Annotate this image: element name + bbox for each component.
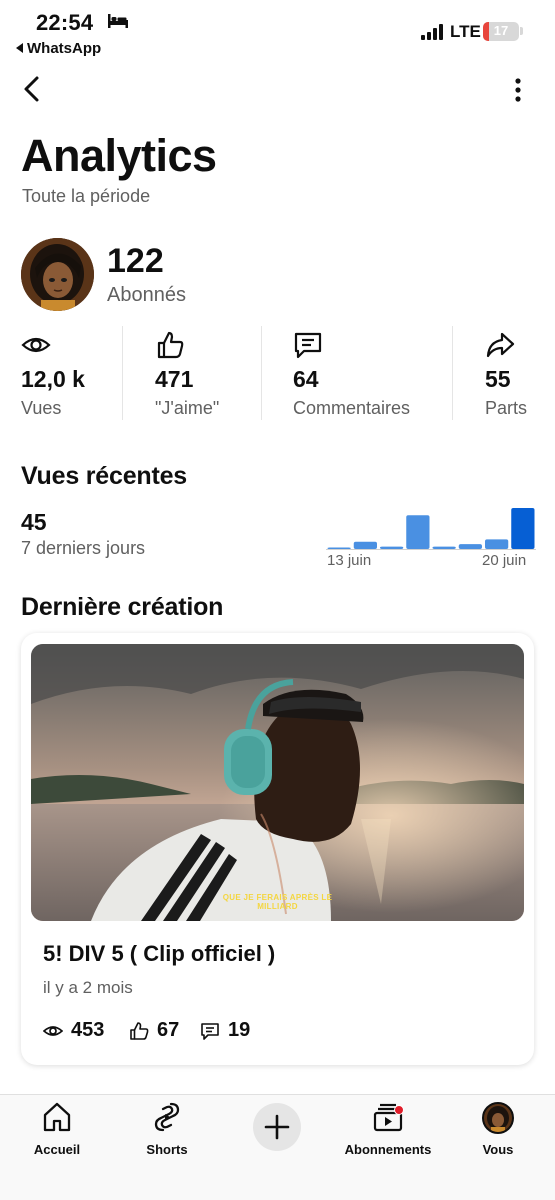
more-vert-icon[interactable] xyxy=(508,76,528,104)
comment-icon xyxy=(294,332,322,359)
bottom-navigation: Accueil Shorts Abonnements Vous xyxy=(0,1094,555,1200)
back-to-app-link[interactable]: WhatsApp xyxy=(16,40,101,57)
create-button[interactable] xyxy=(253,1103,301,1151)
plus-icon xyxy=(264,1114,290,1140)
recent-views-period: 7 derniers jours xyxy=(21,538,146,558)
status-bar: 22:54 WhatsApp LTE 17 xyxy=(0,0,555,62)
chart-end-label: 20 juin xyxy=(482,552,527,569)
stat-shares-value: 55 xyxy=(485,366,511,392)
battery-tip xyxy=(520,27,523,35)
chart-bar-18-juin xyxy=(458,544,482,549)
recent-views-value: 45 xyxy=(21,509,47,535)
nav-you[interactable]: Vous xyxy=(443,1101,553,1161)
network-type: LTE xyxy=(450,22,481,41)
chart-bar-15-juin xyxy=(380,546,404,549)
stat-comments-label: Commentaires xyxy=(293,398,411,418)
video-caption: QUE JE FERAIS APRÈS LE MILLIARD xyxy=(31,893,524,911)
latest-creation-title: Dernière création xyxy=(21,593,224,621)
notification-dot xyxy=(394,1105,404,1115)
chart-start-label: 13 juin xyxy=(327,552,372,569)
stat-divider xyxy=(261,326,262,420)
eye-icon xyxy=(43,1026,63,1036)
chart-bar-20-juin xyxy=(511,508,535,549)
stat-likes-value: 471 xyxy=(155,366,194,392)
stat-views-label: Vues xyxy=(21,398,62,418)
chart-bar-14-juin xyxy=(353,541,377,549)
battery-icon: 17 xyxy=(483,22,519,41)
eye-icon xyxy=(21,337,51,353)
battery-percent: 17 xyxy=(493,23,509,38)
shorts-icon xyxy=(154,1102,180,1132)
video-thumbnail[interactable]: QUE JE FERAIS APRÈS LE MILLIARD xyxy=(31,644,524,921)
sleep-focus-icon xyxy=(108,14,128,28)
chevron-left-icon[interactable] xyxy=(18,74,46,104)
video-title[interactable]: 5! DIV 5 ( Clip officiel ) xyxy=(43,941,275,967)
stat-comments-value: 64 xyxy=(293,366,319,392)
period-label[interactable]: Toute la période xyxy=(22,186,150,207)
share-icon xyxy=(486,332,515,358)
video-comments-value: 19 xyxy=(228,1019,251,1041)
home-icon xyxy=(43,1102,71,1132)
video-age: il y a 2 mois xyxy=(43,978,133,997)
back-app-label: WhatsApp xyxy=(27,40,102,57)
video-views-value: 453 xyxy=(71,1019,105,1041)
chart-bar-16-juin xyxy=(406,515,430,549)
nav-you-label: Vous xyxy=(482,1142,514,1157)
video-caption-line: MILLIARD xyxy=(257,902,298,911)
comment-icon xyxy=(201,1023,219,1040)
subscriber-count: 122 xyxy=(107,242,164,280)
channel-avatar xyxy=(21,238,94,311)
stat-views-value: 12,0 k xyxy=(21,366,85,392)
nav-home[interactable]: Accueil xyxy=(2,1101,112,1161)
chart-bar-13-juin xyxy=(327,547,351,549)
stat-divider xyxy=(452,326,453,420)
nav-subscriptions[interactable]: Abonnements xyxy=(333,1101,443,1161)
nav-subscriptions-label: Abonnements xyxy=(344,1142,432,1157)
thumb-up-icon xyxy=(157,331,184,359)
nav-shorts-label: Shorts xyxy=(146,1142,188,1157)
back-triangle-icon xyxy=(16,43,23,53)
latest-video-card[interactable]: QUE JE FERAIS APRÈS LE MILLIARD 5! DIV 5… xyxy=(21,633,534,1065)
page-title: Analytics xyxy=(21,130,217,181)
video-likes-value: 67 xyxy=(157,1019,180,1041)
chart-bar-17-juin xyxy=(432,546,456,549)
stat-divider xyxy=(122,326,123,420)
subscriber-label: Abonnés xyxy=(107,284,186,306)
avatar-icon xyxy=(482,1102,514,1134)
nav-shorts[interactable]: Shorts xyxy=(112,1101,222,1161)
stat-likes-label: "J'aime" xyxy=(155,398,220,418)
status-time: 22:54 xyxy=(36,10,94,35)
video-caption-line: QUE JE FERAIS APRÈS LE xyxy=(222,893,333,902)
chart-bar-19-juin xyxy=(485,539,509,549)
nav-home-label: Accueil xyxy=(33,1142,81,1157)
stat-shares-label: Parts xyxy=(485,398,528,418)
recent-views-title: Vues récentes xyxy=(21,462,188,490)
cellular-signal-icon xyxy=(421,24,443,40)
thumb-up-icon xyxy=(130,1022,149,1040)
